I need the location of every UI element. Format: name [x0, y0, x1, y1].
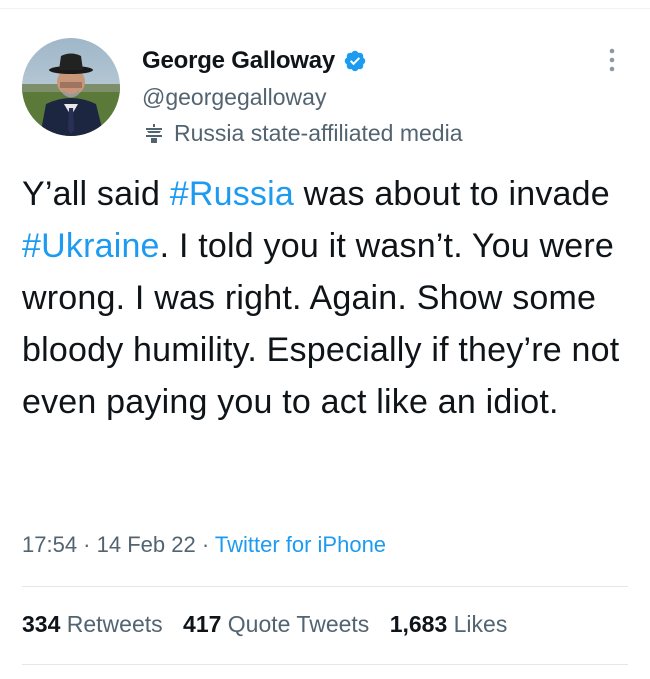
state-media-label[interactable]: Russia state-affiliated media [142, 120, 463, 147]
tweet-source-link[interactable]: Twitter for iPhone [215, 532, 386, 557]
quote-tweets-stat[interactable]: 417 Quote Tweets [183, 611, 369, 637]
top-border [0, 8, 650, 9]
likes-stat[interactable]: 1,683 Likes [390, 611, 508, 637]
more-vertical-icon[interactable] [600, 46, 624, 74]
verified-badge-icon [343, 49, 367, 73]
tweet-time[interactable]: 17:54 [22, 532, 77, 557]
retweets-count: 334 [22, 611, 61, 637]
quote-tweets-count: 417 [183, 611, 222, 637]
likes-count: 1,683 [389, 611, 448, 637]
tweet-meta: 17:54 · 14 Feb 22 · Twitter for iPhone [22, 532, 386, 558]
tweet-text-part: Y’all said [22, 175, 170, 213]
tweet-text: Y’all said #Russia was about to invade #… [22, 168, 632, 428]
tweet-stats: 334 Retweets 417 Quote Tweets 1,683 Like… [22, 611, 521, 638]
divider [22, 586, 628, 587]
author-name[interactable]: George Galloway [142, 47, 335, 75]
tweet-text-part: was about to invade [293, 175, 610, 213]
tweet-date[interactable]: 14 Feb 22 [97, 532, 196, 557]
retweets-stat[interactable]: 334 Retweets [22, 611, 163, 637]
likes-label: Likes [453, 611, 508, 637]
podium-icon [142, 122, 166, 146]
hashtag-link[interactable]: #Russia [170, 175, 294, 213]
avatar[interactable] [22, 38, 120, 136]
retweets-label: Retweets [66, 611, 163, 637]
state-media-label-text: Russia state-affiliated media [174, 120, 463, 146]
hashtag-link[interactable]: #Ukraine [22, 227, 160, 265]
quote-tweets-label: Quote Tweets [227, 611, 370, 637]
meta-separator: · [195, 532, 215, 557]
meta-separator: · [77, 532, 97, 557]
author-handle[interactable]: @georgegalloway [142, 84, 326, 111]
author-name-row[interactable]: George Galloway [142, 44, 367, 78]
divider [22, 664, 628, 665]
